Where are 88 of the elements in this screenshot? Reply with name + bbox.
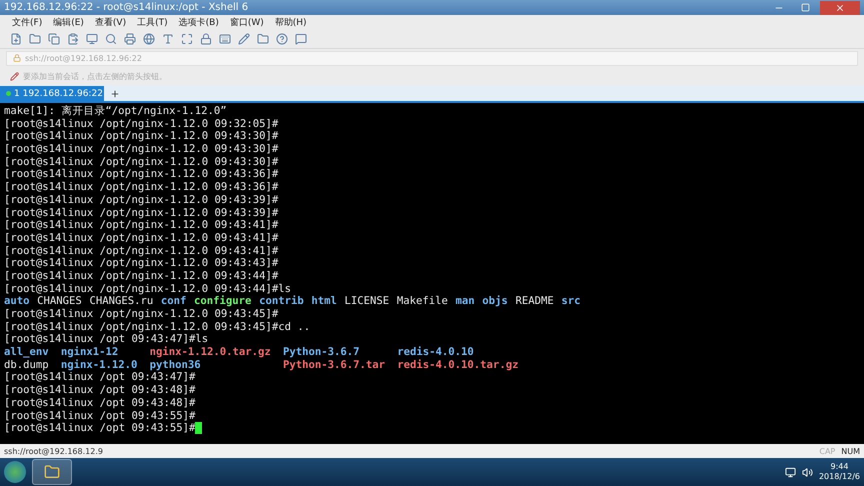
hint-text: 要添加当前会话，点击左侧的箭头按钮。 [23,70,167,82]
terminal-line: make[1]: 离开目录“/opt/nginx-1.12.0” [4,105,227,118]
menu-item[interactable]: 帮助(H) [274,16,307,29]
terminal-line: [root@s14linux /opt/nginx-1.12.0 09:43:30]# [4,130,278,144]
close-icon [835,2,845,12]
clock[interactable]: 9:44 2018/12/6 [818,462,860,482]
terminal-line: [root@s14linux /opt/nginx-1.12.0 09:32:05]# [4,118,278,130]
folder-icon[interactable] [29,33,41,45]
terminal-line: [root@s14linux /opt/nginx-1.12.0 09:43:41]# [4,232,278,245]
key-indicator: CAP [819,446,836,456]
font-icon[interactable] [162,33,174,45]
keyboard-icon[interactable] [219,33,231,45]
menu-item[interactable]: 窗口(W) [230,16,264,29]
session-tab[interactable]: 1 192.168.12.96:22 [0,86,104,101]
terminal-line: [root@s14linux /opt/nginx-1.12.0 09:43:45]# [4,308,278,321]
file-name: all_env [4,346,49,359]
start-button[interactable] [4,461,26,483]
file-name: CHANGES [37,295,82,308]
file-name: Python-3.6.7.tar [283,358,386,372]
terminal-line: [root@s14linux /opt/nginx-1.12.0 09:43:44]#ls [4,282,292,295]
taskbar-button[interactable] [32,459,72,485]
printer-icon[interactable] [124,33,136,45]
terminal-line: [root@s14linux /opt 09:43:55]# [4,422,196,435]
file-name: nginx-1.12.0 [60,358,138,372]
terminal-line: [root@s14linux /opt 09:43:48]# [4,396,196,410]
terminal-line: [root@s14linux /opt 09:43:48]# [4,384,196,397]
monitor-icon[interactable] [86,33,98,45]
file-name: contrib [259,295,304,308]
terminal-line: [root@s14linux /opt/nginx-1.12.0 09:43:45]#cd .. [4,320,310,334]
menu-item[interactable]: 工具(T) [137,16,168,29]
terminal-line: [root@s14linux /opt 09:43:47]# [4,371,196,384]
copy-icon[interactable] [48,33,60,45]
terminal-line: [root@s14linux /opt/nginx-1.12.0 09:43:39]# [4,206,278,220]
file-name: man [456,295,475,308]
terminal-line: [root@s14linux /opt/nginx-1.12.0 09:43:36]# [4,181,278,194]
file-name: src [561,295,580,308]
file-name: configure [194,295,252,308]
file-name: nginx1-12 [60,346,120,359]
menu-item[interactable]: 查看(V) [94,16,126,29]
terminal-line: [root@s14linux /opt/nginx-1.12.0 09:43:43]# [4,257,278,270]
connection-text: ssh://root@192.168.12.9 [4,446,104,456]
help-icon[interactable] [276,33,288,45]
close-button[interactable] [820,0,860,14]
file-name: README [515,295,554,308]
fullscreen-icon[interactable] [181,33,193,45]
volume-icon[interactable] [802,466,813,478]
file-name: objs [482,295,508,308]
file-name: redis-4.0.10 [397,346,475,359]
file-name: redis-4.0.10.tar.gz [397,358,518,372]
terminal-line: [root@s14linux /opt/nginx-1.12.0 09:43:41]# [4,244,278,258]
paste-icon[interactable] [67,33,79,45]
terminal-line: [root@s14linux /opt 09:43:55]# [4,410,196,422]
terminal[interactable] [0,103,864,444]
plus-icon[interactable] [110,89,120,99]
pencil-icon[interactable] [238,33,250,45]
network-icon[interactable] [784,466,796,478]
file-name: CHANGES.ru [89,295,154,308]
terminal-line: [root@s14linux /opt/nginx-1.12.0 09:43:39]# [4,194,278,206]
file-name: LICENSE [344,295,390,308]
key-indicator: NUM [841,446,860,456]
lock-icon[interactable] [200,33,212,45]
new-session-icon[interactable] [10,33,22,45]
add-session-icon[interactable] [10,72,19,80]
terminal-line: [root@s14linux /opt/nginx-1.12.0 09:43:36]# [4,168,278,182]
file-name: conf [160,295,186,308]
maximize-icon[interactable] [800,3,810,12]
terminal-line: [root@s14linux /opt/nginx-1.12.0 09:43:44]# [4,270,278,283]
file-name: Makefile [396,295,448,308]
menu-item[interactable]: 编辑(E) [53,16,84,29]
menu-item[interactable]: 文件(F) [12,16,42,29]
chat-icon[interactable] [295,33,307,45]
file-name: Python-3.6.7 [283,346,361,359]
file-name: python36 [150,358,202,372]
terminal-line: [root@s14linux /opt/nginx-1.12.0 09:43:30]# [4,143,278,156]
folder-icon[interactable] [257,33,269,45]
file-name: db.dump [4,358,49,372]
lock-icon [13,54,21,62]
globe-icon[interactable] [143,33,155,45]
window-title: 192.168.12.96:22 - root@s14linux:/opt - Xshell 6 [4,2,250,13]
menu-item[interactable]: 选项卡(B) [178,16,219,29]
search-icon[interactable] [105,33,117,45]
terminal-line: [root@s14linux /opt/nginx-1.12.0 09:43:30]# [4,156,278,168]
file-name: nginx-1.12.0.tar.gz [150,346,271,359]
terminal-line: [root@s14linux /opt/nginx-1.12.0 09:43:41]# [4,219,278,232]
file-name: html [311,295,337,308]
terminal-line: [root@s14linux /opt 09:43:47]#ls [4,333,208,346]
file-name: auto [4,295,30,308]
folder-icon [44,464,60,480]
